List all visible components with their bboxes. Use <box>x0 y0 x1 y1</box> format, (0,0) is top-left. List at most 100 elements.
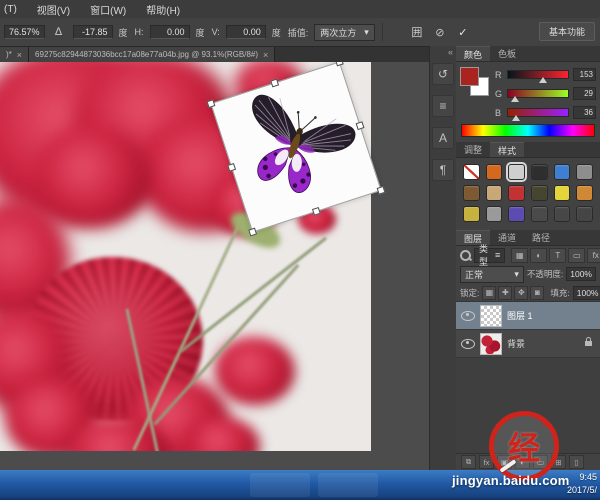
delete-layer-icon[interactable]: ▯ <box>569 455 584 469</box>
lock-transparency-icon[interactable]: ▦ <box>482 286 496 300</box>
style-swatch[interactable] <box>508 164 525 180</box>
style-swatch[interactable] <box>508 185 525 201</box>
workspace-button[interactable]: 基本功能 <box>539 22 595 41</box>
tab-color[interactable]: 颜色 <box>456 46 490 61</box>
panels-column: 颜色 色板 R 153 G <box>456 46 600 470</box>
style-swatch[interactable] <box>554 164 571 180</box>
style-swatch[interactable] <box>554 206 571 222</box>
menu-item[interactable]: (T) <box>4 4 17 15</box>
color-channel-row: G 29 <box>495 87 596 100</box>
style-swatch[interactable] <box>531 206 548 222</box>
foreground-color-swatch[interactable] <box>460 67 479 86</box>
menu-item[interactable]: 视图(V) <box>37 2 70 17</box>
style-swatch[interactable] <box>463 185 480 201</box>
vskew-unit-label: 度 <box>271 26 282 39</box>
menu-item[interactable]: 帮助(H) <box>146 2 180 17</box>
style-swatch[interactable] <box>531 185 548 201</box>
character-icon[interactable]: A <box>432 127 454 149</box>
document-tab-bar: )* × 69275c82944873036bcc17a08e77a04b.jp… <box>0 47 429 62</box>
layer-visibility-eye-icon[interactable] <box>461 339 475 349</box>
link-layers-icon[interactable]: ⧉ <box>461 455 476 469</box>
channel-slider[interactable] <box>507 70 569 79</box>
flower-shape <box>215 337 295 405</box>
scale-width-field[interactable]: 76.57% <box>4 25 45 39</box>
tab-paths[interactable]: 路径 <box>524 230 558 245</box>
blend-mode-dropdown[interactable]: 正常 ▾ <box>460 266 524 283</box>
transform-handle[interactable] <box>377 186 386 195</box>
slider-thumb-icon[interactable] <box>539 77 547 83</box>
channel-slider[interactable] <box>507 89 569 98</box>
taskbar-button[interactable] <box>318 473 378 497</box>
tab-adjustments[interactable]: 调整 <box>456 142 490 157</box>
style-swatch[interactable] <box>554 185 571 201</box>
style-swatch[interactable] <box>486 185 503 201</box>
style-swatch[interactable] <box>576 185 593 201</box>
document-tab-partial[interactable]: )* × <box>0 47 29 62</box>
color-spectrum-ramp[interactable] <box>461 124 595 137</box>
dropdown-arrow-icon: ▾ <box>514 269 519 280</box>
layer-row-layer1[interactable]: 图层 1 <box>456 302 600 330</box>
color-panel-body: R 153 G 29 B <box>456 62 600 121</box>
style-swatch[interactable] <box>486 164 503 180</box>
hskew-label: H: <box>134 27 145 37</box>
style-swatch[interactable] <box>463 164 480 180</box>
search-icon <box>460 250 471 261</box>
filter-shape-icon[interactable]: ▭ <box>568 248 585 263</box>
filter-adjustment-icon[interactable]: ◐ <box>530 248 547 263</box>
style-swatch[interactable] <box>463 206 480 222</box>
style-swatch[interactable] <box>531 164 548 180</box>
vskew-field[interactable]: 0.00 <box>226 25 266 39</box>
tab-swatches[interactable]: 色板 <box>490 46 524 61</box>
close-tab-icon[interactable]: × <box>17 50 22 60</box>
slider-thumb-icon[interactable] <box>512 115 520 121</box>
flower-stem <box>180 237 327 353</box>
layer-name[interactable]: 图层 1 <box>507 309 533 322</box>
filter-smart-icon[interactable]: fx <box>587 248 600 263</box>
commit-transform-icon[interactable]: ✓ <box>454 24 472 40</box>
menu-item[interactable]: 窗口(W) <box>90 2 126 17</box>
lock-position-icon[interactable]: ✥ <box>514 286 528 300</box>
properties-icon[interactable]: ≡ <box>432 95 454 117</box>
history-icon[interactable]: ↺ <box>432 63 454 85</box>
tab-styles[interactable]: 样式 <box>490 142 524 157</box>
close-tab-icon[interactable]: × <box>263 50 268 60</box>
layer-name[interactable]: 背景 <box>507 337 525 350</box>
tab-channels[interactable]: 通道 <box>490 230 524 245</box>
channel-label: R <box>495 70 503 80</box>
expand-panels-icon[interactable]: « <box>448 46 456 58</box>
layer-thumbnail[interactable] <box>480 305 502 327</box>
system-tray-clock[interactable]: 9:45 2017/5/ <box>567 471 597 497</box>
vskew-label: V: <box>211 27 221 37</box>
channel-slider[interactable] <box>507 108 569 117</box>
layer-filter-dropdown[interactable]: 类型 ≡ <box>474 248 505 263</box>
interpolation-dropdown[interactable]: 两次立方 ▾ <box>314 24 375 41</box>
style-swatch[interactable] <box>486 206 503 222</box>
document-tab-active[interactable]: 69275c82944873036bcc17a08e77a04b.jpg @ 9… <box>29 47 275 62</box>
channel-value-field[interactable]: 36 <box>573 106 596 119</box>
hskew-field[interactable]: 0.00 <box>150 25 190 39</box>
style-swatch[interactable] <box>508 206 525 222</box>
rotate-angle-field[interactable]: -17.85 <box>73 25 113 39</box>
filter-type-icon[interactable]: T <box>549 248 566 263</box>
channel-value-field[interactable]: 29 <box>573 87 596 100</box>
opacity-field[interactable]: 100% <box>566 267 596 281</box>
filter-pixel-icon[interactable]: ▦ <box>511 248 528 263</box>
jingyan-logo: 经 ® <box>489 411 559 481</box>
channel-value-field[interactable]: 153 <box>573 68 596 81</box>
lock-pixels-icon[interactable]: ✚ <box>498 286 512 300</box>
style-swatch[interactable] <box>576 164 593 180</box>
registered-mark: ® <box>542 420 548 429</box>
paragraph-icon[interactable]: ¶ <box>432 159 454 181</box>
layer-thumbnail[interactable] <box>480 333 502 355</box>
slider-thumb-icon[interactable] <box>511 96 519 102</box>
style-swatch[interactable] <box>576 206 593 222</box>
layer-row-background[interactable]: 背景 <box>456 330 600 358</box>
watermark-text: jingyan.baidu.com <box>452 473 570 488</box>
warp-mode-icon[interactable]: 囲 <box>408 24 426 40</box>
layer-visibility-eye-icon[interactable] <box>461 311 475 321</box>
lock-all-icon[interactable]: ◙ <box>530 286 544 300</box>
interpolation-value: 两次立方 <box>320 26 356 39</box>
taskbar-button[interactable] <box>250 473 310 497</box>
fill-field[interactable]: 100% <box>573 286 600 300</box>
cancel-transform-icon[interactable]: ⊘ <box>431 24 449 40</box>
